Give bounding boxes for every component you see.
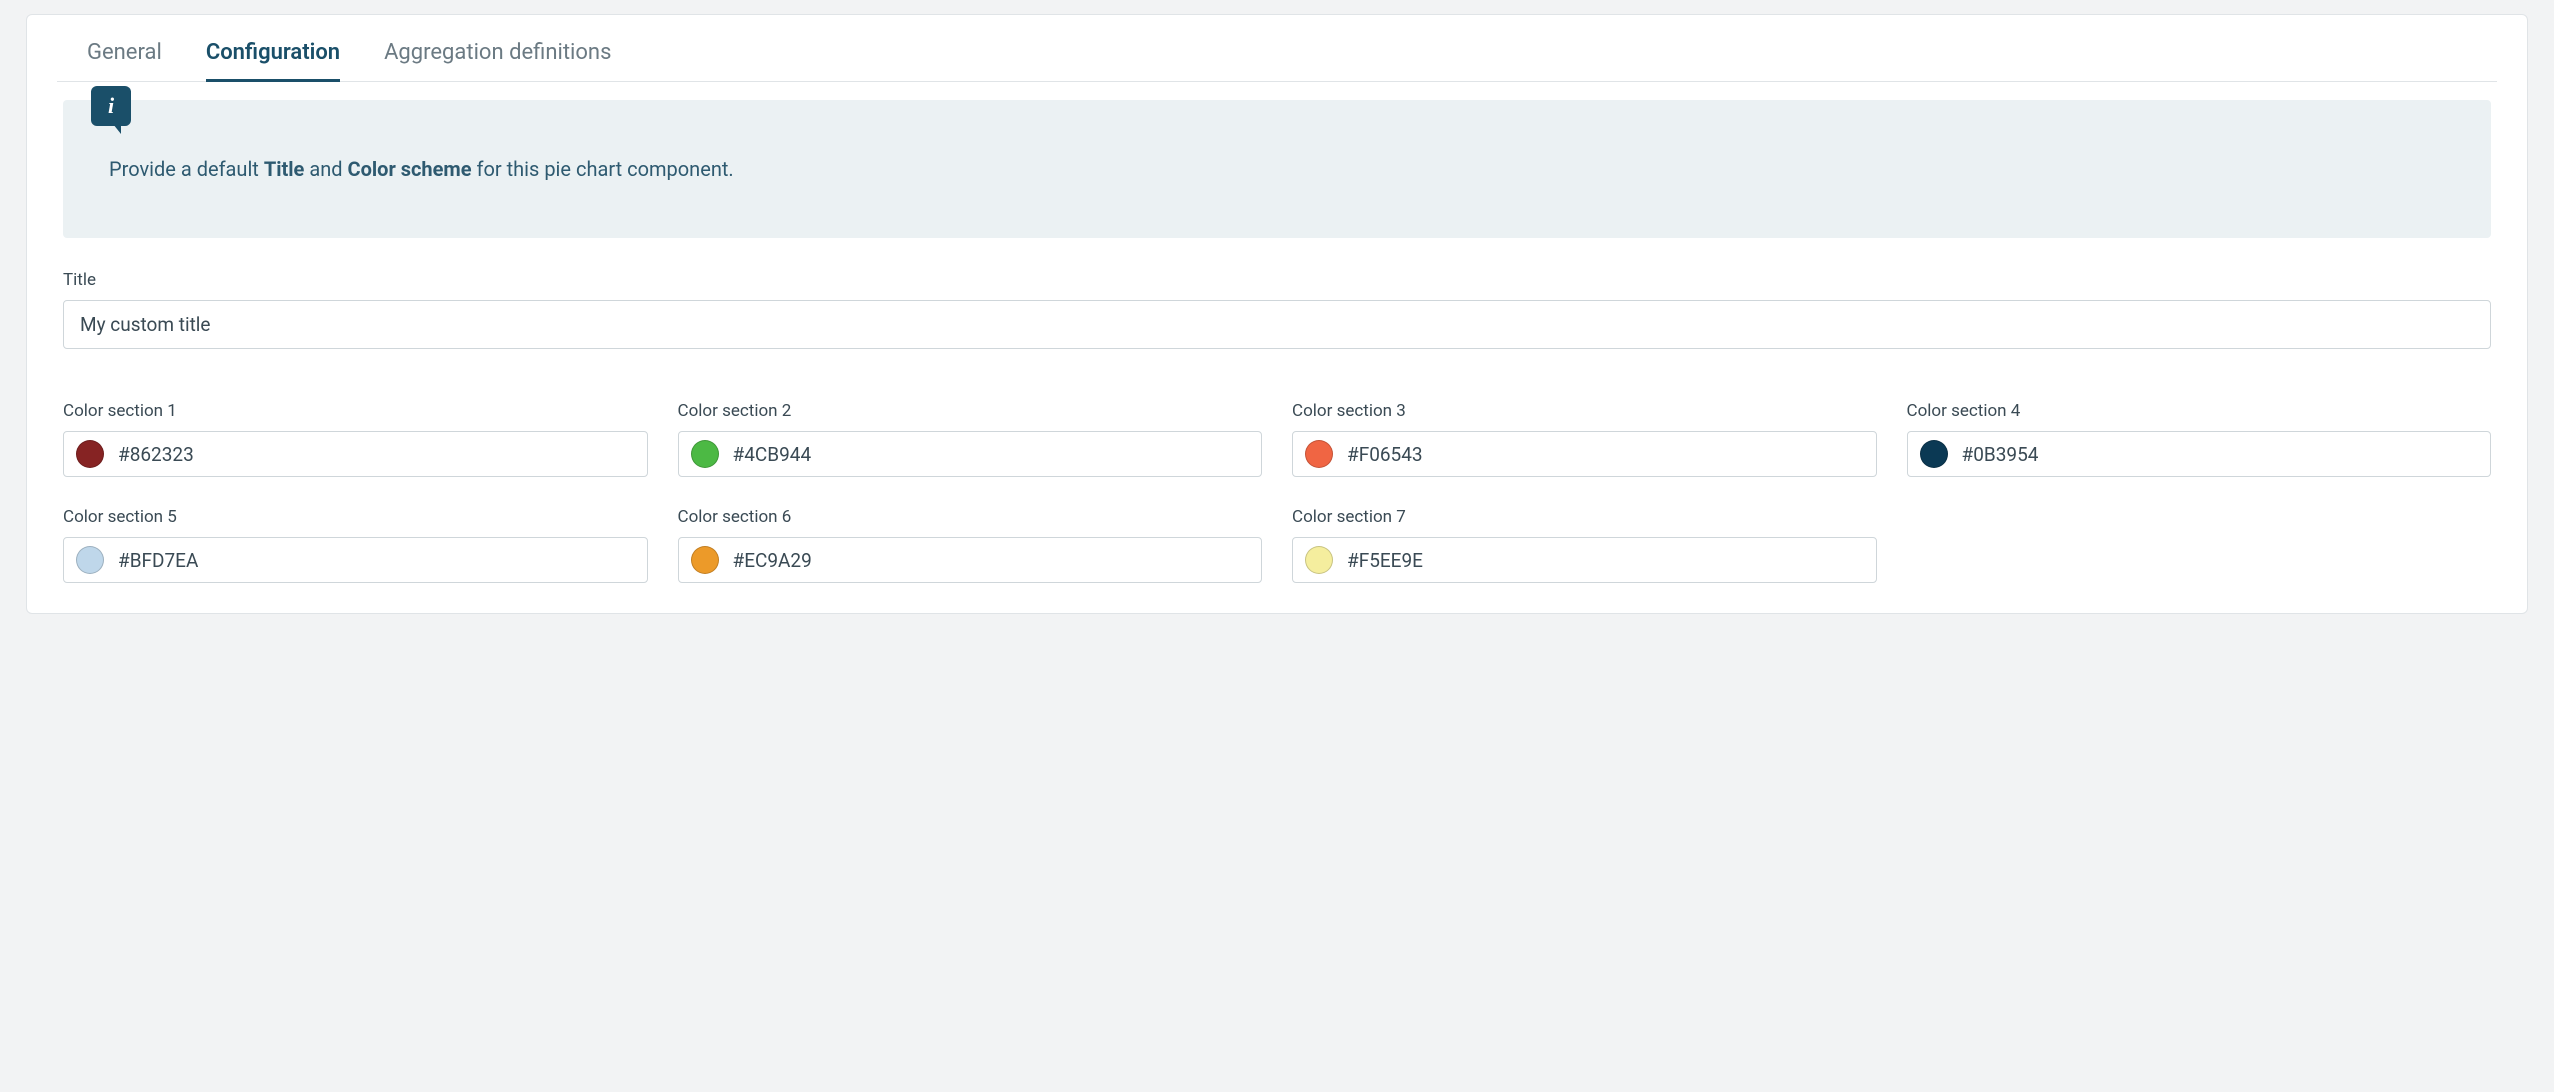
tab-configuration[interactable]: Configuration <box>206 40 340 82</box>
title-field-group: Title <box>63 270 2491 349</box>
color-swatch[interactable] <box>76 440 104 468</box>
color-section-label: Color section 7 <box>1292 507 1877 527</box>
info-text-scheme: Color scheme <box>347 157 471 181</box>
info-text-post: for this pie chart component. <box>472 157 734 181</box>
info-text: Provide a default Title and Color scheme… <box>109 154 2445 184</box>
color-section-label: Color section 1 <box>63 401 648 421</box>
color-section-label: Color section 5 <box>63 507 648 527</box>
tab-aggregation-definitions[interactable]: Aggregation definitions <box>384 40 611 82</box>
color-swatch[interactable] <box>1920 440 1948 468</box>
color-section-label: Color section 6 <box>678 507 1263 527</box>
color-swatch[interactable] <box>1305 546 1333 574</box>
color-section-4: Color section 4 <box>1907 401 2492 477</box>
color-hex-input[interactable] <box>733 443 1250 466</box>
tab-bar: General Configuration Aggregation defini… <box>57 15 2497 82</box>
color-hex-input[interactable] <box>118 549 635 572</box>
color-section-label: Color section 3 <box>1292 401 1877 421</box>
tab-general[interactable]: General <box>87 40 162 82</box>
color-section-3: Color section 3 <box>1292 401 1877 477</box>
color-grid: Color section 1 Color section 2 Color se… <box>63 401 2491 583</box>
color-hex-input[interactable] <box>1347 443 1864 466</box>
color-input-wrap[interactable] <box>63 431 648 477</box>
color-section-label: Color section 2 <box>678 401 1263 421</box>
color-hex-input[interactable] <box>1347 549 1864 572</box>
info-box: i Provide a default Title and Color sche… <box>63 100 2491 238</box>
info-text-pre: Provide a default <box>109 157 264 181</box>
color-input-wrap[interactable] <box>1292 537 1877 583</box>
info-text-title: Title <box>264 157 305 181</box>
color-input-wrap[interactable] <box>63 537 648 583</box>
title-input[interactable] <box>63 300 2491 349</box>
color-section-5: Color section 5 <box>63 507 648 583</box>
color-hex-input[interactable] <box>118 443 635 466</box>
color-swatch[interactable] <box>691 546 719 574</box>
color-section-6: Color section 6 <box>678 507 1263 583</box>
color-input-wrap[interactable] <box>1292 431 1877 477</box>
color-input-wrap[interactable] <box>1907 431 2492 477</box>
info-icon: i <box>91 86 131 126</box>
info-text-mid: and <box>304 157 347 181</box>
config-card: General Configuration Aggregation defini… <box>26 14 2528 614</box>
color-swatch[interactable] <box>76 546 104 574</box>
color-input-wrap[interactable] <box>678 537 1263 583</box>
tab-content: i Provide a default Title and Color sche… <box>27 100 2527 613</box>
color-section-2: Color section 2 <box>678 401 1263 477</box>
color-hex-input[interactable] <box>733 549 1250 572</box>
color-hex-input[interactable] <box>1962 443 2479 466</box>
color-swatch[interactable] <box>691 440 719 468</box>
title-label: Title <box>63 270 2491 290</box>
color-section-7: Color section 7 <box>1292 507 1877 583</box>
color-section-1: Color section 1 <box>63 401 648 477</box>
color-section-label: Color section 4 <box>1907 401 2492 421</box>
color-swatch[interactable] <box>1305 440 1333 468</box>
color-input-wrap[interactable] <box>678 431 1263 477</box>
